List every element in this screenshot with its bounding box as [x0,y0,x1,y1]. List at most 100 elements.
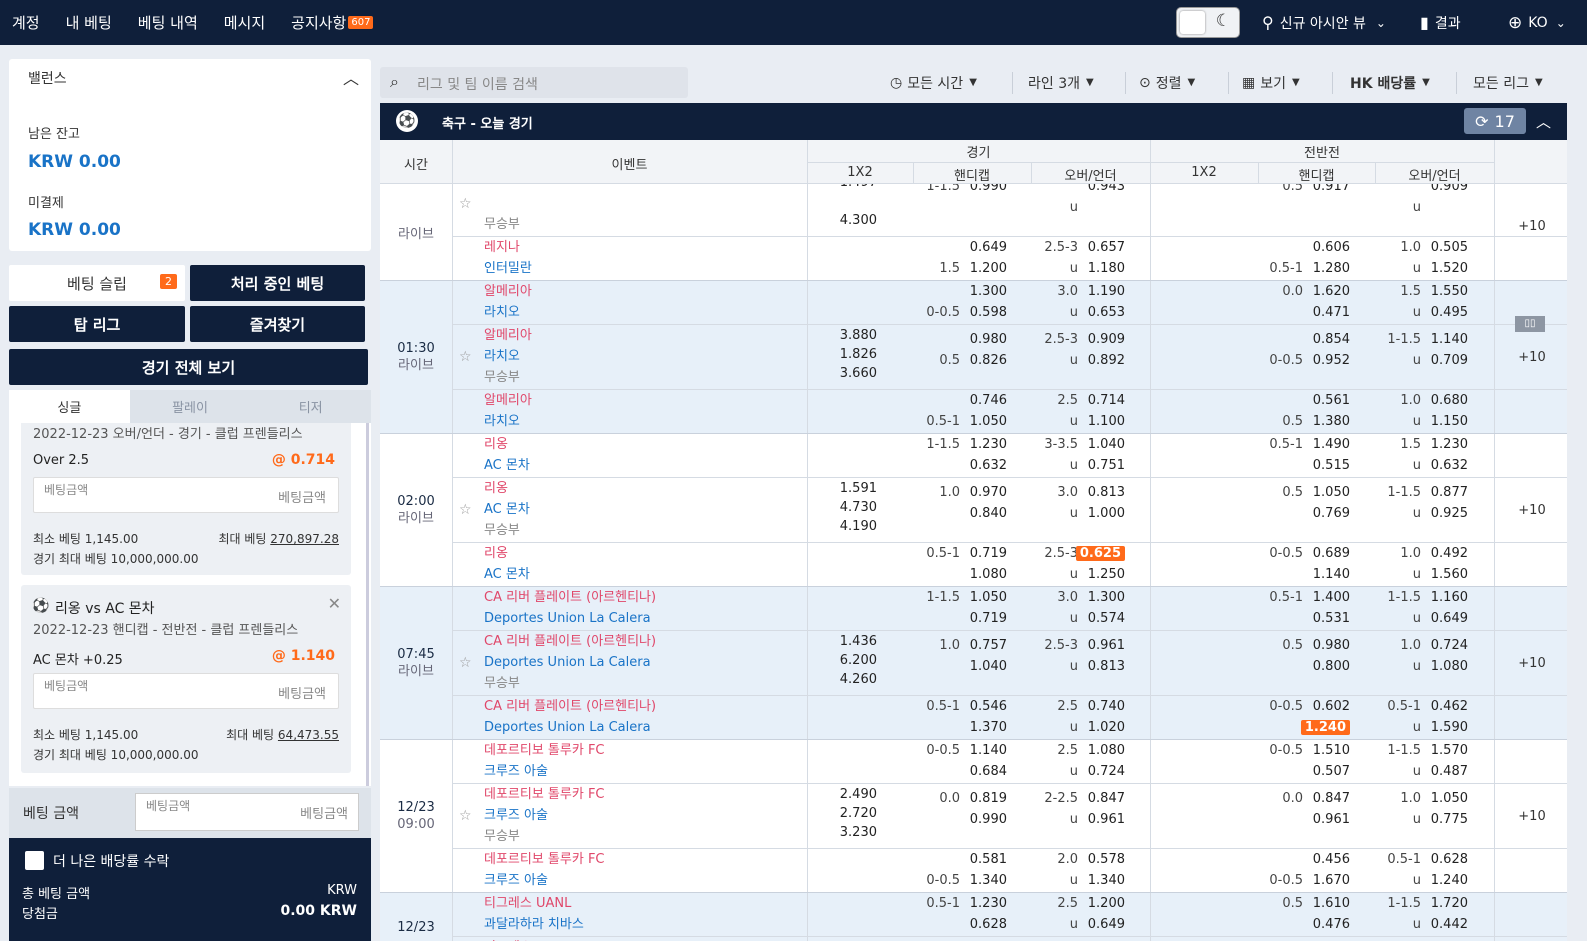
odds-value[interactable]: 1.300 [957,284,1007,300]
odds-value[interactable]: 1.250 [1075,567,1125,583]
odds-value[interactable]: 0.653 [1075,305,1125,321]
odds-value[interactable]: 0.775 [1418,812,1468,828]
home-team[interactable]: 알메리아 [484,328,532,344]
results-link[interactable]: ▮ 결과 [1420,0,1461,45]
odds-value[interactable]: 1.490 [1300,437,1350,453]
away-team[interactable]: 라치오 [484,305,520,321]
favorite-star-icon[interactable]: ☆ [459,655,472,671]
home-team[interactable]: 레지나 [484,240,520,256]
nav-messages[interactable]: 메시지 [224,12,265,33]
away-team[interactable]: Deportes Union La Calera [484,611,651,627]
odds-value[interactable]: 1.230 [1418,437,1468,453]
odds-value[interactable]: 1.160 [1418,590,1468,606]
odds-value[interactable]: 3.660 [797,366,877,382]
more-markets-link[interactable]: +10 [1497,219,1567,235]
odds-value[interactable]: 0.813 [1075,659,1125,675]
odds-value[interactable]: 1.150 [1418,414,1468,430]
refresh-button[interactable]: ⟳ 17 [1464,108,1526,134]
more-markets-link[interactable]: +10 [1497,350,1567,366]
odds-value[interactable]: 1.510 [1300,743,1350,759]
filter-odds-format[interactable]: HK 배당률 ▼ [1350,67,1430,98]
odds-value[interactable]: 4.300 [797,213,877,229]
odds-value[interactable]: 0.917 [1300,184,1350,195]
collapse-icon[interactable]: ︿ [1536,111,1551,132]
odds-value[interactable]: 0.757 [957,638,1007,654]
favorites-button[interactable]: 즐겨찾기 [190,306,365,342]
odds-value[interactable]: 1.340 [1075,873,1125,889]
odds-value[interactable]: 1.050 [957,590,1007,606]
odds-value[interactable]: 0.649 [1418,611,1468,627]
odds-value[interactable]: 0.476 [1300,917,1350,933]
favorite-star-icon[interactable]: ☆ [459,196,472,212]
odds-value[interactable]: 0.574 [1075,611,1125,627]
home-team[interactable]: 리옹 [484,481,508,497]
odds-value[interactable]: 0.657 [1075,240,1125,256]
odds-value[interactable]: 1.720 [1418,896,1468,912]
odds-value[interactable]: 0.847 [1075,791,1125,807]
odds-value[interactable]: 1.560 [1418,567,1468,583]
away-team[interactable]: AC 몬차 [484,502,530,518]
odds-value[interactable]: 1.080 [1075,743,1125,759]
dark-mode-toggle[interactable]: ☾ [1176,7,1240,38]
odds-value[interactable]: 0.680 [1418,393,1468,409]
total-stake-input[interactable]: 베팅금액 베팅금액 [135,793,359,831]
asian-view-selector[interactable]: ⚲ 신규 아시안 뷰 ⌄ [1262,0,1386,45]
odds-value[interactable]: 0.990 [957,812,1007,828]
slip-scrollbar[interactable] [366,423,369,786]
home-team[interactable]: CA 리버 플레이트 (아르헨티나) [484,699,656,715]
odds-value[interactable]: 1.520 [1418,261,1468,277]
away-team[interactable]: 라치오 [484,349,520,365]
odds-value[interactable]: 4.190 [797,519,877,535]
odds-value[interactable]: 0.943 [1075,184,1125,195]
away-team[interactable]: 크루즈 아술 [484,808,548,824]
odds-value[interactable]: 0.495 [1418,305,1468,321]
odds-value[interactable]: 1.100 [1075,414,1125,430]
changed-odds-badge[interactable]: 0.625 [1075,546,1125,561]
top-league-button[interactable]: 탑 리그 [9,306,185,342]
odds-value[interactable]: 0.892 [1075,353,1125,369]
odds-value[interactable]: 1.300 [1075,590,1125,606]
away-team[interactable]: 크루즈 아술 [484,764,548,780]
odds-value[interactable]: 1.240 [1418,873,1468,889]
away-team[interactable]: AC 몬차 [484,567,530,583]
tab-parlay[interactable]: 팔레이 [130,390,251,423]
odds-value[interactable]: 0.684 [957,764,1007,780]
odds-value[interactable]: 0.714 [1075,393,1125,409]
more-markets-link[interactable]: +10 [1497,656,1567,672]
away-team[interactable]: Deportes Union La Calera [484,655,651,671]
home-team[interactable]: 리옹 [484,437,508,453]
odds-value[interactable]: 1.591 [797,481,877,497]
odds-value[interactable]: 0.462 [1418,699,1468,715]
odds-value[interactable]: 0.471 [1300,305,1350,321]
odds-value[interactable]: 3.230 [797,825,877,841]
odds-value[interactable]: 1.080 [1418,659,1468,675]
max-bet-value[interactable]: 64,473.55 [278,728,339,742]
odds-value[interactable]: 0.625 [1075,546,1125,562]
odds-value[interactable]: 0.628 [957,917,1007,933]
view-all-games-button[interactable]: 경기 전체 보기 [9,349,368,385]
chevron-up-icon[interactable]: ︿ [343,65,359,89]
odds-value[interactable]: 0.606 [1300,240,1350,256]
odds-value[interactable]: 0.689 [1300,546,1350,562]
odds-value[interactable]: 1.370 [957,720,1007,736]
odds-value[interactable]: 1.826 [797,347,877,363]
odds-value[interactable]: 1.497 [797,184,877,191]
odds-value[interactable]: 1.230 [957,896,1007,912]
filter-view[interactable]: ▦ 보기 ▼ [1242,67,1300,98]
filter-time[interactable]: ◷ 모든 시간 ▼ [890,67,977,98]
odds-value[interactable]: 0.546 [957,699,1007,715]
odds-value[interactable]: 3.880 [797,328,877,344]
odds-value[interactable]: 1.590 [1418,720,1468,736]
odds-value[interactable]: 1.180 [1075,261,1125,277]
odds-value[interactable]: 1.050 [957,414,1007,430]
odds-value[interactable]: 1.080 [957,567,1007,583]
odds-value[interactable]: 0.740 [1075,699,1125,715]
odds-value[interactable]: 0.561 [1300,393,1350,409]
odds-value[interactable]: 0.632 [957,458,1007,474]
odds-value[interactable]: 1.020 [1075,720,1125,736]
odds-value[interactable]: 1.050 [1300,485,1350,501]
odds-value[interactable]: 4.260 [797,672,877,688]
odds-value[interactable]: 1.436 [797,634,877,650]
odds-value[interactable]: 1.380 [1300,414,1350,430]
odds-value[interactable]: 0.724 [1075,764,1125,780]
